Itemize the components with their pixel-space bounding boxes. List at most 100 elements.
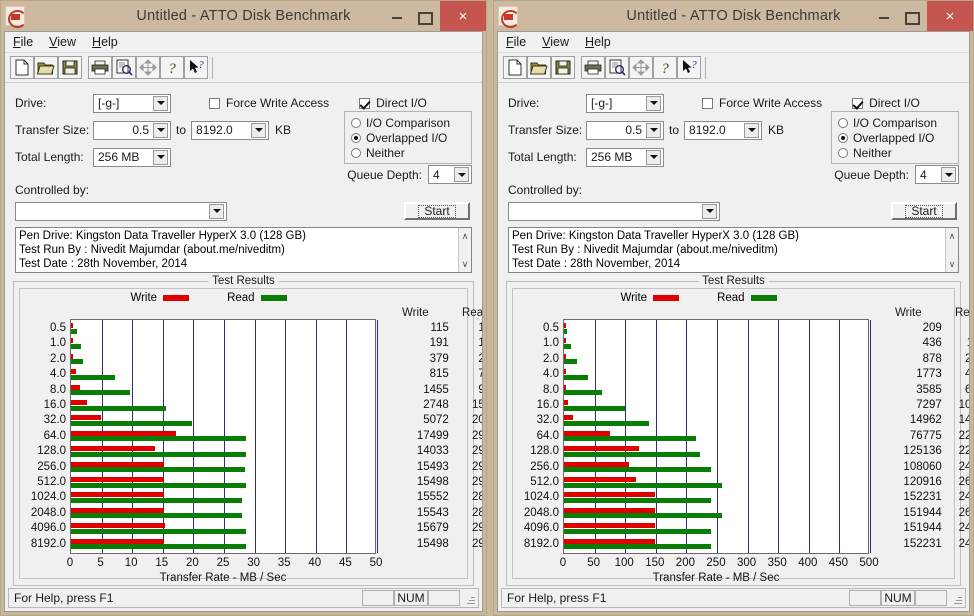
resize-grip[interactable]: [463, 592, 476, 605]
chart-ylabel: 8.0: [50, 383, 66, 396]
force-write-checkbox[interactable]: [702, 97, 713, 109]
controlled-by-combo[interactable]: [508, 201, 720, 221]
move-arrows-icon[interactable]: [136, 56, 160, 79]
force-write-label: Force Write Access: [226, 96, 330, 110]
queue-depth-combo[interactable]: 4: [428, 165, 472, 184]
context-help-icon[interactable]: ?: [184, 56, 208, 79]
chevron-down-icon[interactable]: [744, 122, 760, 138]
scroll-down-icon[interactable]: ∨: [949, 257, 956, 271]
open-folder-icon[interactable]: [527, 56, 551, 79]
drive-combo[interactable]: [-g-]: [586, 93, 664, 113]
menu-item-help[interactable]: Help: [585, 35, 611, 49]
info-line: Test Date : 28th November, 2014: [19, 258, 188, 270]
cell-write: 3585: [916, 383, 942, 396]
about-question-icon[interactable]: ?: [160, 56, 184, 79]
drive-info-box[interactable]: Pen Drive: Kingston Data Traveller Hyper…: [15, 227, 472, 273]
open-folder-icon[interactable]: [34, 56, 58, 79]
start-button[interactable]: Start: [404, 202, 470, 220]
table-row: 379 2085: [401, 353, 482, 365]
drive-info-box[interactable]: Pen Drive: Kingston Data Traveller Hyper…: [508, 227, 959, 273]
context-help-icon[interactable]: ?: [677, 56, 701, 79]
resize-grip[interactable]: [950, 592, 963, 605]
close-button[interactable]: ×: [927, 1, 973, 31]
maximize-button[interactable]: [898, 1, 927, 31]
chevron-down-icon[interactable]: [646, 95, 661, 111]
menu-item-view[interactable]: View: [542, 35, 569, 49]
io-option-row[interactable]: Neither: [351, 145, 465, 160]
chevron-down-icon[interactable]: [646, 149, 661, 165]
chevron-down-icon[interactable]: [251, 122, 267, 138]
atto-window-right: Untitled - ATTO Disk Benchmark × File Vie…: [493, 0, 974, 616]
chevron-down-icon[interactable]: [153, 149, 168, 165]
menu-item-help[interactable]: Help: [92, 35, 118, 49]
save-disk-icon[interactable]: [551, 56, 575, 79]
chevron-down-icon[interactable]: [646, 122, 661, 138]
chart-bar-read: [564, 405, 625, 411]
legend-swatch-write: [653, 295, 680, 301]
menu-item-file[interactable]: File: [13, 35, 33, 49]
new-icon[interactable]: [10, 56, 34, 79]
menu-item-view[interactable]: View: [49, 35, 76, 49]
chevron-down-icon[interactable]: [153, 95, 168, 111]
title-bar[interactable]: Untitled - ATTO Disk Benchmark ×: [494, 1, 973, 31]
chart-xtick: 500: [859, 557, 879, 569]
move-arrows-icon[interactable]: [629, 56, 653, 79]
chevron-down-icon[interactable]: [702, 203, 717, 219]
io-option-row[interactable]: I/O Comparison: [838, 115, 952, 130]
controlled-by-row: Start: [508, 199, 959, 223]
queue-depth-row: Queue Depth: 4: [834, 165, 959, 184]
io-option-row[interactable]: Overlapped I/O: [351, 130, 465, 145]
scroll-down-icon[interactable]: ∨: [462, 257, 469, 271]
cell-read: 245146: [958, 537, 969, 550]
drive-combo[interactable]: [-g-]: [93, 93, 171, 113]
info-scrollbar[interactable]: ∧ ∨: [458, 228, 471, 272]
controlled-by-combo[interactable]: [15, 201, 227, 221]
io-radio-0[interactable]: [838, 117, 848, 128]
total-length-combo[interactable]: 256 MB: [93, 147, 171, 167]
print-icon[interactable]: [88, 56, 112, 79]
chevron-down-icon[interactable]: [941, 167, 956, 182]
queue-depth-label: Queue Depth:: [347, 167, 422, 182]
direct-io-checkbox[interactable]: [359, 97, 371, 109]
io-radio-2[interactable]: [838, 147, 848, 158]
transfer-size-from-combo[interactable]: 0.5: [586, 120, 664, 140]
chevron-down-icon[interactable]: [209, 203, 224, 219]
chart-x-axis: 0 50 100 150 200 250 300 350 400 450 500: [560, 557, 879, 571]
minimize-button[interactable]: [382, 1, 411, 31]
maximize-button[interactable]: [411, 1, 440, 31]
total-length-combo[interactable]: 256 MB: [586, 147, 664, 167]
info-scrollbar[interactable]: ∧ ∨: [945, 228, 958, 272]
force-write-checkbox[interactable]: [209, 97, 220, 109]
direct-io-checkbox[interactable]: [852, 97, 864, 109]
new-icon[interactable]: [503, 56, 527, 79]
io-radio-1[interactable]: [838, 132, 848, 143]
io-option-row[interactable]: Overlapped I/O: [838, 130, 952, 145]
transfer-size-to-combo[interactable]: 8192.0: [191, 120, 270, 140]
chart-xtick: 50: [369, 557, 383, 569]
io-radio-0[interactable]: [351, 117, 361, 128]
print-preview-icon[interactable]: [605, 56, 629, 79]
chevron-down-icon[interactable]: [153, 122, 168, 138]
io-radio-1[interactable]: [351, 132, 361, 143]
start-button[interactable]: Start: [891, 202, 957, 220]
cell-write: 191: [429, 337, 449, 350]
queue-depth-combo[interactable]: 4: [915, 165, 959, 184]
menu-item-file[interactable]: File: [506, 35, 526, 49]
scroll-up-icon[interactable]: ∧: [462, 229, 469, 243]
scroll-up-icon[interactable]: ∧: [949, 229, 956, 243]
io-radio-2[interactable]: [351, 147, 361, 158]
print-icon[interactable]: [581, 56, 605, 79]
io-option-row[interactable]: I/O Comparison: [351, 115, 465, 130]
title-bar[interactable]: Untitled - ATTO Disk Benchmark ×: [1, 1, 486, 31]
close-button[interactable]: ×: [440, 1, 486, 31]
cell-read: 265121: [958, 506, 969, 519]
print-preview-icon[interactable]: [112, 56, 136, 79]
svg-text:?: ?: [168, 61, 176, 76]
chevron-down-icon[interactable]: [454, 167, 469, 182]
minimize-button[interactable]: [869, 1, 898, 31]
transfer-size-from-combo[interactable]: 0.5: [93, 120, 171, 140]
about-question-icon[interactable]: ?: [653, 56, 677, 79]
io-option-row[interactable]: Neither: [838, 145, 952, 160]
transfer-size-to-combo[interactable]: 8192.0: [684, 120, 763, 140]
save-disk-icon[interactable]: [58, 56, 82, 79]
